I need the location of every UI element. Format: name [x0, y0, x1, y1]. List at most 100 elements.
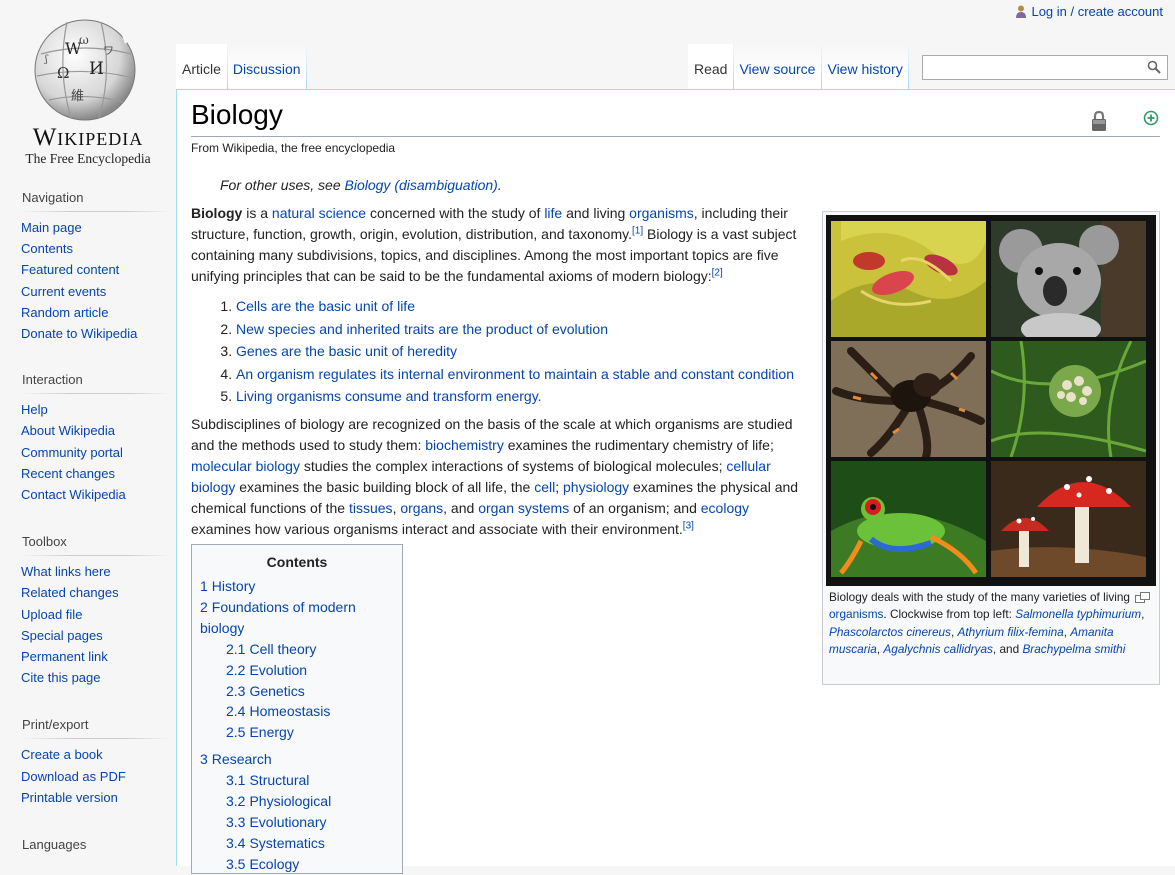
principle-link[interactable]: Cells are the basic unit of life [236, 298, 415, 314]
enlarge-icon[interactable] [1135, 592, 1150, 603]
life-link[interactable]: life [544, 205, 562, 221]
sidebar-item-main-page[interactable]: Main page [21, 220, 82, 235]
tree-frog-image [831, 461, 986, 577]
toc-link[interactable]: Physiological [249, 793, 331, 809]
sidebar-item-what-links-here[interactable]: What links here [21, 564, 111, 579]
sidebar-item-special-pages[interactable]: Special pages [21, 628, 103, 643]
sidebar-heading[interactable]: Print/export [22, 717, 177, 738]
phascolarctos-link[interactable]: Phascolarctos cinereus [829, 625, 951, 639]
sidebar-item-about[interactable]: About Wikipedia [21, 423, 115, 438]
sidebar-item-community-portal[interactable]: Community portal [21, 445, 123, 460]
tab-article-label: Article [182, 61, 221, 77]
sidebar-item-cite-this-page[interactable]: Cite this page [21, 670, 101, 685]
sidebar-item-help[interactable]: Help [21, 402, 48, 417]
toc-item[interactable]: 3.2 Physiological [200, 791, 394, 812]
brachypelma-link[interactable]: Brachypelma smithi [1022, 642, 1125, 656]
sidebar-item-contents[interactable]: Contents [21, 241, 73, 256]
tab-view-source[interactable]: View source [733, 44, 822, 89]
reference-2[interactable]: [2] [712, 267, 723, 278]
toc-item[interactable]: 3.1 Structural [200, 770, 394, 791]
toc-item[interactable]: 2.1 Cell theory [200, 639, 394, 660]
organism-collage-image[interactable] [826, 215, 1156, 586]
sidebar-item-download-pdf[interactable]: Download as PDF [21, 769, 126, 784]
wikipedia-logo[interactable]: W И Ω ω 維 ワ ʃ Wikipedia The Free Encyclo… [0, 0, 176, 176]
organisms-link[interactable]: organisms [629, 205, 694, 221]
svg-text:ω: ω [79, 33, 89, 47]
species-name: Athyrium filix-femina [957, 624, 1064, 639]
sidebar-item-random-article[interactable]: Random article [21, 305, 108, 320]
toc-item[interactable]: 1 History [200, 576, 394, 597]
sidebar-toolbox: Toolbox What links here Related changes … [21, 534, 176, 688]
toc-link[interactable]: Evolution [249, 662, 307, 678]
sidebar-item-donate[interactable]: Donate to Wikipedia [21, 326, 137, 341]
toc-item[interactable]: 3.5 Ecology [200, 854, 394, 875]
sidebar-item-current-events[interactable]: Current events [21, 284, 106, 299]
reference-3[interactable]: [3] [683, 520, 694, 531]
tab-view-history[interactable]: View history [821, 44, 909, 89]
molecular-biology-link[interactable]: molecular biology [191, 458, 300, 474]
sidebar-item-contact[interactable]: Contact Wikipedia [21, 487, 126, 502]
toc-item[interactable]: 2 Foundations of modern biology [200, 597, 394, 639]
disambiguation-link[interactable]: Biology (disambiguation) [345, 177, 498, 193]
login-link[interactable]: Log in / create account [1031, 4, 1163, 19]
toc-item[interactable]: 2.2 Evolution [200, 660, 394, 681]
principle-link[interactable]: An organism regulates its internal envir… [236, 366, 794, 382]
toc-item[interactable]: 3.4 Systematics [200, 833, 394, 854]
text-span: examines the basic building block of all… [235, 478, 535, 495]
tab-article[interactable]: Article [176, 44, 227, 89]
principle-link[interactable]: New species and inherited traits are the… [236, 321, 608, 337]
lock-icon[interactable] [1091, 110, 1107, 132]
toc-link[interactable]: Cell theory [249, 641, 316, 657]
featured-plus-icon[interactable] [1143, 110, 1159, 126]
cell-link[interactable]: cell [534, 479, 555, 495]
natural-science-link[interactable]: natural science [272, 205, 366, 221]
tab-discussion[interactable]: Discussion [226, 44, 307, 89]
sidebar-item-printable-version[interactable]: Printable version [21, 790, 118, 805]
reference-1[interactable]: [1] [632, 225, 643, 236]
organisms-link[interactable]: organisms [829, 607, 883, 621]
sidebar-item-upload-file[interactable]: Upload file [21, 607, 82, 622]
toc-link[interactable]: Foundations of modern biology [200, 599, 356, 636]
organ-systems-link[interactable]: organ systems [478, 500, 569, 516]
athyrium-link[interactable]: Athyrium filix-femina [958, 625, 1064, 639]
organs-link[interactable]: organs [400, 500, 443, 516]
toc-link[interactable]: Structural [249, 772, 309, 788]
sidebar-heading[interactable]: Languages [22, 837, 177, 858]
salmonella-image [831, 221, 986, 337]
toc-link[interactable]: Evolutionary [249, 814, 326, 830]
sidebar-item-featured-content[interactable]: Featured content [21, 262, 119, 277]
toc-link[interactable]: Energy [249, 724, 293, 740]
sidebar-item-permanent-link[interactable]: Permanent link [21, 649, 108, 664]
physiology-link[interactable]: physiology [563, 479, 629, 495]
toc-item[interactable]: 3.3 Evolutionary [200, 812, 394, 833]
principle-link[interactable]: Genes are the basic unit of heredity [236, 343, 457, 359]
sidebar-item-recent-changes[interactable]: Recent changes [21, 466, 115, 481]
divider [21, 738, 170, 740]
sidebar-item-create-book[interactable]: Create a book [21, 747, 103, 762]
sidebar-print-export: Print/export Create a book Download as P… [21, 717, 176, 808]
tab-read[interactable]: Read [688, 44, 734, 89]
principle-link[interactable]: Living organisms consume and transform e… [236, 388, 542, 404]
toc-link[interactable]: Homeostasis [249, 703, 330, 719]
tissues-link[interactable]: tissues [349, 500, 393, 516]
ecology-link[interactable]: ecology [701, 500, 749, 516]
toc-number: 3.5 [226, 855, 246, 872]
toc-link[interactable]: History [212, 578, 256, 594]
search-box[interactable] [922, 55, 1168, 80]
search-icon[interactable] [1147, 60, 1161, 74]
agalychnis-link[interactable]: Agalychnis callidryas [883, 642, 993, 656]
toc-link[interactable]: Research [212, 751, 272, 767]
biochemistry-link[interactable]: biochemistry [425, 437, 504, 453]
toc-item[interactable]: 2.3 Genetics [200, 681, 394, 702]
toc-link[interactable]: Ecology [249, 856, 299, 872]
toc-item[interactable]: 3 Research [200, 749, 394, 770]
toc-link[interactable]: Genetics [249, 683, 304, 699]
sidebar-heading[interactable]: Toolbox [22, 534, 177, 555]
toc-item[interactable]: 2.5 Energy [200, 722, 394, 743]
search-input[interactable] [927, 56, 1127, 78]
sidebar-heading[interactable]: Interaction [22, 372, 177, 393]
salmonella-link[interactable]: Salmonella typhimurium [1015, 607, 1141, 621]
toc-link[interactable]: Systematics [249, 835, 324, 851]
toc-item[interactable]: 2.4 Homeostasis [200, 701, 394, 722]
sidebar-item-related-changes[interactable]: Related changes [21, 585, 119, 600]
